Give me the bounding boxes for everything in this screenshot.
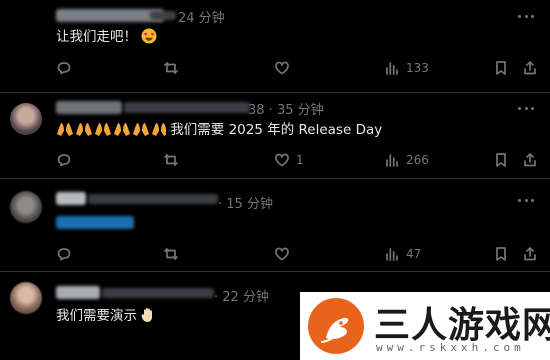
views-bar-chart-icon	[386, 62, 398, 75]
views-button[interactable]: 266	[384, 151, 429, 169]
bookmark-button[interactable]	[493, 151, 509, 169]
share-button[interactable]	[522, 151, 538, 169]
repost-button[interactable]	[163, 59, 185, 77]
post-time[interactable]: · 15 分钟	[218, 193, 273, 212]
share-icon	[524, 153, 536, 167]
reply-button[interactable]	[56, 151, 78, 169]
repost-icon	[164, 154, 178, 166]
author-name-blurred	[56, 286, 100, 299]
reply-icon	[57, 248, 71, 261]
repost-icon	[164, 62, 178, 74]
bookmark-icon	[496, 247, 506, 261]
post-time[interactable]: 38 · 35 分钟	[248, 99, 324, 118]
share-icon	[524, 61, 536, 75]
more-options-icon[interactable]	[518, 13, 534, 19]
reply-post[interactable]: 24 分钟 让我们走吧！ 133	[0, 0, 550, 92]
reply-post[interactable]: · 15 分钟 47	[0, 179, 550, 271]
watermark-logo	[308, 298, 364, 354]
views-count: 266	[406, 153, 429, 167]
avatar[interactable]	[10, 282, 42, 314]
bookmark-button[interactable]	[493, 59, 509, 77]
folded-hands-emoji-row	[57, 123, 166, 136]
author-name-blurred	[56, 192, 86, 205]
bookmark-icon	[496, 61, 506, 75]
author-handle-blurred	[102, 288, 214, 298]
watermark-url: www.rskxxh.com	[376, 341, 525, 354]
share-button[interactable]	[522, 245, 538, 263]
post-time[interactable]: · 22 分钟	[214, 286, 269, 305]
post-actions: 47	[56, 245, 536, 263]
author-handle-blurred	[124, 102, 250, 113]
avatar[interactable]	[10, 191, 42, 223]
like-button[interactable]	[274, 245, 296, 263]
repost-button[interactable]	[163, 245, 185, 263]
post-text: 让我们走吧！	[56, 28, 157, 46]
post-link-blurred[interactable]	[56, 216, 134, 229]
bookmark-icon	[496, 153, 506, 167]
more-options-icon[interactable]	[518, 105, 534, 111]
reply-button[interactable]	[56, 59, 78, 77]
like-button[interactable]: 1	[274, 151, 304, 169]
views-button[interactable]: 47	[384, 245, 421, 263]
post-actions: 1 266	[56, 151, 536, 169]
author-name-blurred	[56, 101, 122, 114]
author-handle-blurred	[88, 194, 218, 204]
bookmark-button[interactable]	[493, 245, 509, 263]
more-options-icon[interactable]	[518, 197, 534, 203]
views-button[interactable]: 133	[384, 59, 429, 77]
share-button[interactable]	[522, 59, 538, 77]
reply-post[interactable]: 38 · 35 分钟 我们需要 2025 年的 Release Day 1 26…	[0, 93, 550, 178]
likes-count: 1	[296, 153, 304, 167]
repost-icon	[164, 248, 178, 260]
post-text: 我们需要演示	[56, 307, 155, 325]
post-text: 我们需要 2025 年的 Release Day	[56, 121, 382, 139]
post-time[interactable]: 24 分钟	[178, 7, 225, 26]
smiling-face-with-heart-eyes-emoji	[141, 28, 157, 44]
views-count: 47	[406, 247, 422, 261]
post-text-content: 让我们走吧！	[56, 29, 137, 45]
post-text-content: 我们需要演示	[56, 308, 137, 324]
reply-button[interactable]	[56, 245, 78, 263]
watermark: 三人游戏网 www.rskxxh.com	[300, 292, 550, 360]
views-bar-chart-icon	[386, 154, 398, 167]
reply-icon	[57, 62, 71, 75]
post-text-content: 我们需要 2025 年的 Release Day	[170, 122, 383, 138]
post-actions: 133	[56, 59, 536, 77]
like-button[interactable]	[274, 59, 296, 77]
author-handle-blurred	[150, 11, 176, 20]
author-name-blurred	[56, 9, 164, 22]
avatar[interactable]	[10, 103, 42, 135]
repost-button[interactable]	[163, 151, 185, 169]
views-count: 133	[406, 61, 429, 75]
raised-hand-emoji	[141, 308, 153, 322]
share-icon	[524, 247, 536, 261]
heart-icon	[275, 61, 289, 75]
heart-icon	[275, 153, 289, 167]
heart-icon	[275, 247, 289, 261]
views-bar-chart-icon	[386, 248, 398, 261]
bird-logo-icon	[321, 317, 349, 343]
reply-icon	[57, 154, 71, 167]
